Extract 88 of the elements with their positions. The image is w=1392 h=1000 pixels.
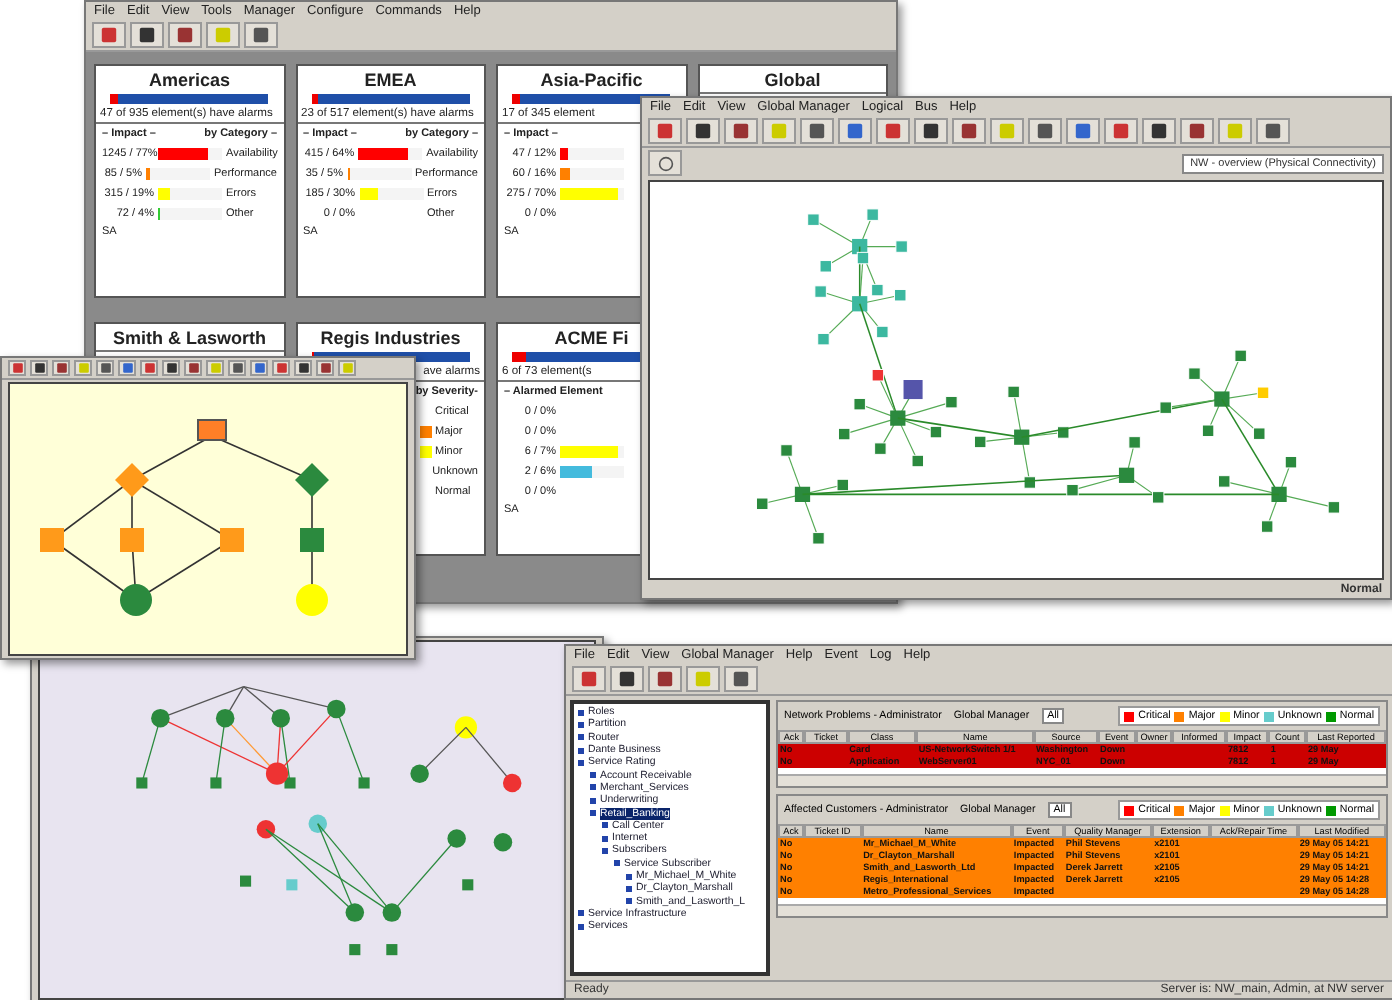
toolbar-button[interactable] (724, 666, 758, 692)
card-title: Smith & Lasworth (112, 328, 266, 348)
square-icon (732, 122, 750, 140)
square-icon (187, 362, 199, 374)
node-icon (614, 860, 620, 867)
square-icon (808, 122, 826, 140)
square-icon (77, 362, 89, 374)
square-icon (694, 670, 712, 688)
horizontal-scrollbar[interactable] (778, 904, 1386, 916)
square-icon (209, 362, 221, 374)
horizontal-scrollbar[interactable] (778, 774, 1386, 786)
node-icon (578, 759, 584, 766)
node-icon (590, 797, 596, 804)
node-icon (578, 734, 584, 741)
square-icon (580, 670, 598, 688)
square-icon (1074, 122, 1092, 140)
square-icon (55, 362, 67, 374)
node-icon (578, 709, 584, 716)
square-icon (231, 362, 243, 374)
toolbar-button[interactable] (1256, 118, 1290, 144)
toolbar-button[interactable] (130, 22, 164, 48)
card-title: Regis Industries (320, 328, 461, 348)
square-icon (998, 122, 1016, 140)
node-icon (578, 923, 584, 930)
toolbar-button[interactable] (244, 22, 278, 48)
square-icon (846, 122, 864, 140)
node-icon (602, 822, 608, 829)
square-icon (138, 26, 156, 44)
square-icon (1188, 122, 1206, 140)
node-icon (590, 784, 596, 791)
square-icon (319, 362, 331, 374)
square-icon (1112, 122, 1130, 140)
node-icon (578, 747, 584, 754)
toolbar-button[interactable] (1066, 118, 1100, 144)
card-title: Global (764, 70, 821, 90)
node-icon (602, 847, 608, 854)
card-title: EMEA (364, 70, 417, 90)
toolbar-button[interactable] (1142, 118, 1176, 144)
toolbar-button[interactable] (686, 118, 720, 144)
clock-icon[interactable] (648, 150, 682, 176)
toolbar-button[interactable] (838, 118, 872, 144)
toolbar-button[interactable] (168, 22, 202, 48)
card-title: Americas (148, 70, 231, 90)
node-icon (590, 772, 596, 779)
square-icon (618, 670, 636, 688)
square-icon (165, 362, 177, 374)
toolbar-button[interactable] (914, 118, 948, 144)
square-icon (252, 26, 270, 44)
square-icon (214, 26, 232, 44)
toolbar-button[interactable] (724, 118, 758, 144)
square-icon (922, 122, 940, 140)
square-icon (1036, 122, 1054, 140)
toolbar-button[interactable] (610, 666, 644, 692)
toolbar-button[interactable] (1180, 118, 1214, 144)
square-icon (297, 362, 309, 374)
square-icon (121, 362, 133, 374)
node-icon (590, 810, 596, 817)
square-icon (770, 122, 788, 140)
square-icon (1150, 122, 1168, 140)
toolbar-button[interactable] (800, 118, 834, 144)
square-icon (99, 362, 111, 374)
square-icon (656, 670, 674, 688)
card-title: ACME Fi (554, 328, 629, 348)
toolbar-button[interactable] (1028, 118, 1062, 144)
square-icon (143, 362, 155, 374)
card-title: Asia-Pacific (540, 70, 643, 90)
square-icon (1264, 122, 1282, 140)
square-icon (694, 122, 712, 140)
square-icon (253, 362, 265, 374)
node-icon (626, 885, 632, 892)
square-icon (960, 122, 978, 140)
square-icon (11, 362, 23, 374)
square-icon (341, 362, 353, 374)
square-icon (1226, 122, 1244, 140)
toolbar-button[interactable] (952, 118, 986, 144)
toolbar-button[interactable] (648, 666, 682, 692)
square-icon (275, 362, 287, 374)
square-icon (732, 670, 750, 688)
square-icon (100, 26, 118, 44)
node-icon (602, 835, 608, 842)
node-icon (626, 898, 632, 905)
square-icon (33, 362, 45, 374)
square-icon (884, 122, 902, 140)
square-icon (176, 26, 194, 44)
node-icon (578, 910, 584, 917)
node-icon (578, 721, 584, 728)
node-icon (626, 873, 632, 879)
square-icon (656, 122, 674, 140)
